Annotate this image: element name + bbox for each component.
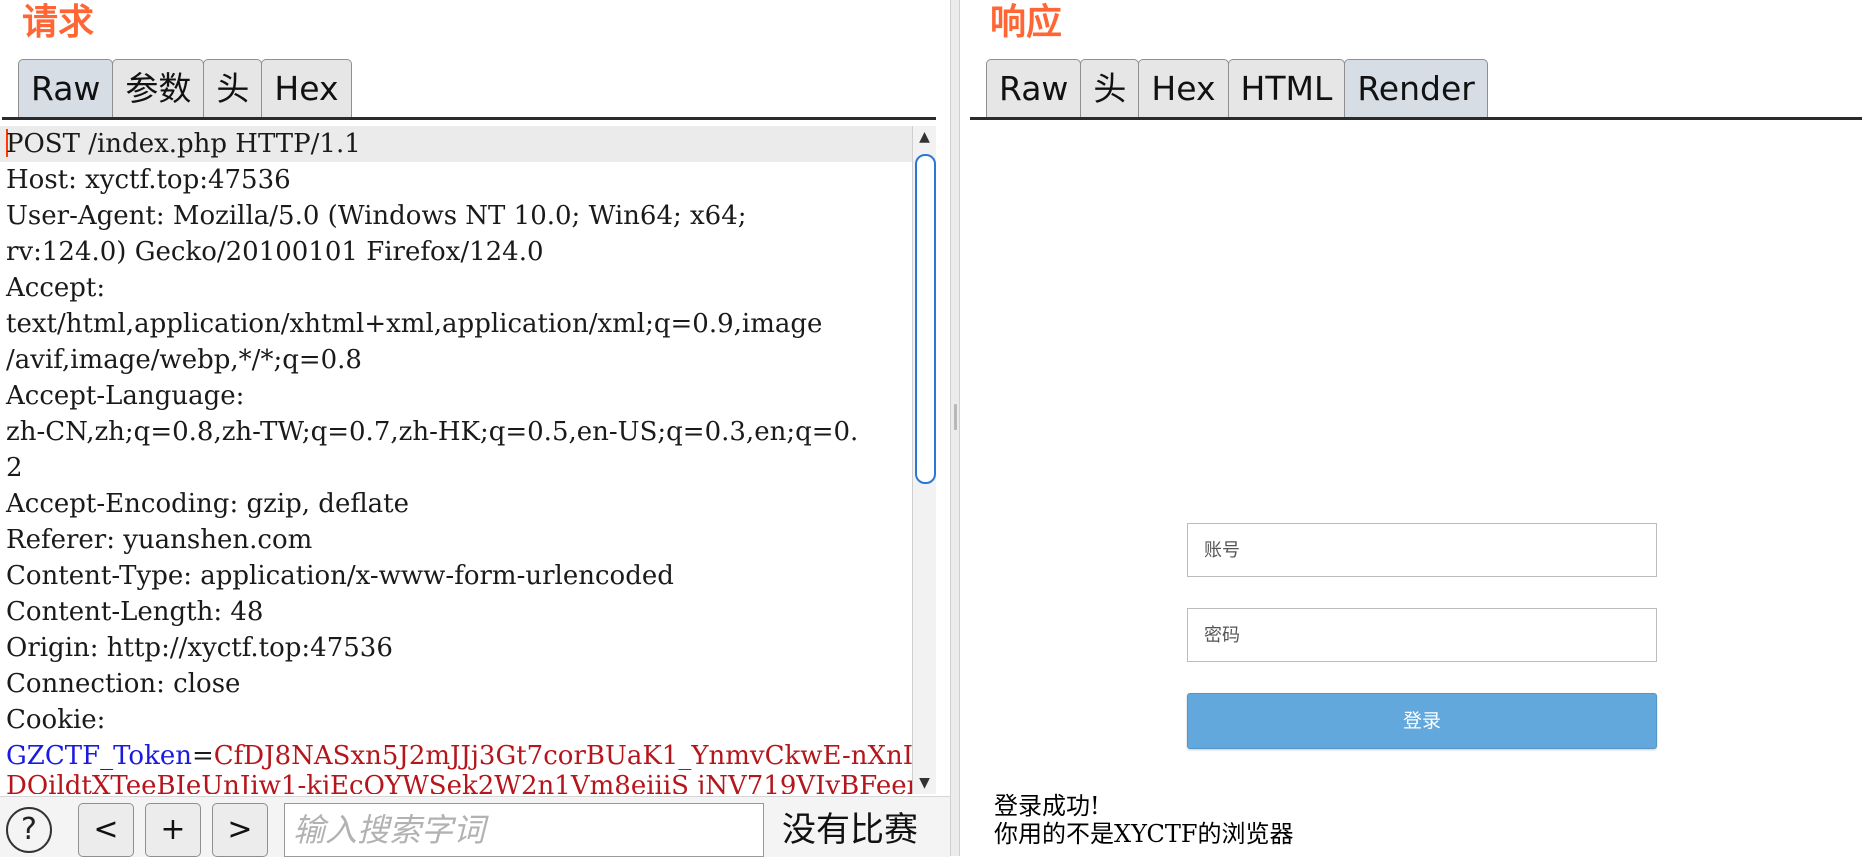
request-line: 2 [6, 453, 23, 483]
login-success-text: 登录成功! [994, 792, 1100, 820]
request-tabbar: Raw 参数 头 Hex [2, 59, 936, 120]
request-tab-raw[interactable]: Raw [18, 59, 114, 117]
match-status: 没有比赛 [782, 810, 918, 850]
request-line: /avif,image/webp,*/*;q=0.8 [6, 345, 362, 375]
request-line: text/html,application/xhtml+xml,applicat… [6, 309, 823, 339]
browser-message-text: 你用的不是XYCTF的浏览器 [994, 820, 1294, 848]
scroll-thumb[interactable] [915, 154, 936, 484]
request-line: User-Agent: Mozilla/5.0 (Windows NT 10.0… [6, 201, 747, 231]
add-search-button[interactable]: + [145, 803, 201, 857]
search-input[interactable] [284, 803, 764, 857]
request-line: Origin: http://xyctf.top:47536 [6, 633, 393, 663]
password-input[interactable] [1187, 608, 1657, 662]
request-line: Accept-Encoding: gzip, deflate [6, 489, 410, 519]
response-tab-html[interactable]: HTML [1227, 59, 1346, 117]
request-line: Accept: [6, 273, 106, 303]
request-pane: 请求 Raw 参数 头 Hex POST /index.php HTTP/1.1… [0, 0, 950, 857]
request-line: POST /index.php HTTP/1.1 [0, 126, 935, 162]
request-line: rv:124.0) Gecko/20100101 Firefox/124.0 [6, 237, 544, 267]
account-input[interactable] [1187, 523, 1657, 577]
scroll-up-arrow-icon[interactable]: ▲ [913, 126, 936, 148]
request-line: zh-CN,zh;q=0.8,zh-TW;q=0.7,zh-HK;q=0.5,e… [6, 417, 859, 447]
help-button[interactable]: ? [6, 807, 52, 853]
request-line: Connection: close [6, 669, 241, 699]
response-tabbar: Raw 头 Hex HTML Render [970, 59, 1862, 120]
request-line: Content-Type: application/x-www-form-url… [6, 561, 674, 591]
request-line: Host: xyctf.top:47536 [6, 165, 291, 195]
request-tab-headers[interactable]: 头 [203, 59, 263, 117]
request-line: Cookie: [6, 705, 106, 735]
cookie-value-continued: DOildtXTeeBIeUnJiw1-kjEcOYWSek2W2n1Vm8ei… [6, 771, 935, 794]
response-pane: 响应 Raw 头 Hex HTML Render 登录 登录成功! 你用的不是X… [960, 0, 1862, 856]
response-tab-hex[interactable]: Hex [1138, 59, 1229, 117]
raw-request-editor[interactable]: POST /index.php HTTP/1.1 Host: xyctf.top… [0, 126, 935, 794]
splitter-grip-icon [954, 404, 957, 430]
previous-match-button[interactable]: < [78, 803, 134, 857]
next-match-button[interactable]: > [212, 803, 268, 857]
request-line: Accept-Language: [6, 381, 245, 411]
request-title: 请求 [22, 1, 95, 43]
cookie-equals: = [191, 741, 214, 771]
response-tab-render[interactable]: Render [1344, 59, 1488, 117]
response-tab-raw[interactable]: Raw [986, 59, 1082, 117]
response-tab-headers[interactable]: 头 [1080, 59, 1140, 117]
login-button[interactable]: 登录 [1187, 693, 1657, 749]
request-tab-hex[interactable]: Hex [261, 59, 352, 117]
request-tab-params[interactable]: 参数 [112, 59, 205, 117]
request-line: Content-Length: 48 [6, 597, 264, 627]
request-line: Referer: yuanshen.com [6, 525, 313, 555]
rendered-response: 登录 登录成功! 你用的不是XYCTF的浏览器 [970, 124, 1862, 856]
search-bar: ? < + > 没有比赛 [0, 796, 950, 857]
scroll-down-arrow-icon[interactable]: ▼ [913, 772, 936, 794]
pane-splitter[interactable] [950, 0, 960, 856]
response-title: 响应 [990, 1, 1063, 43]
editor-scrollbar[interactable]: ▲ ▼ [912, 126, 936, 794]
cookie-name: GZCTF_Token [6, 741, 192, 771]
cookie-value: CfDJ8NASxn5J2mJJj3Gt7corBUaK1_YnmvCkwE-n… [213, 741, 935, 771]
cookie-line: GZCTF_Token=CfDJ8NASxn5J2mJJj3Gt7corBUaK… [0, 738, 935, 774]
